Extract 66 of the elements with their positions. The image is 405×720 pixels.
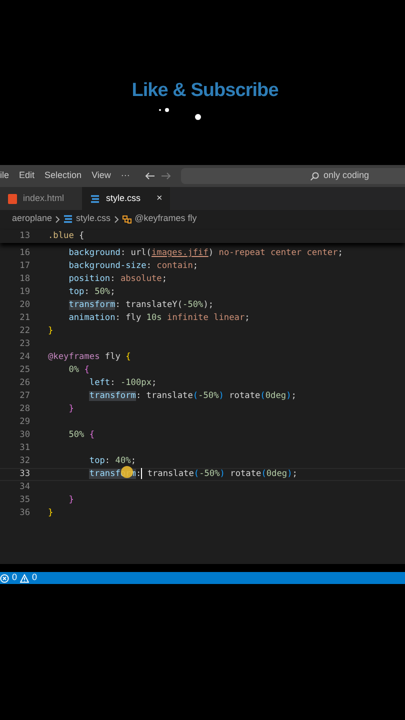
- code-line: top: 40%;: [88, 455, 136, 468]
- code-line: }: [48, 325, 54, 338]
- code-line: @keyframes fly {: [48, 351, 131, 364]
- line-number: 35: [18, 494, 31, 507]
- error-icon[interactable]: [0, 574, 9, 582]
- code-line: 50% {: [68, 429, 95, 442]
- code-line: }: [48, 507, 54, 520]
- code-line: 0% {: [68, 364, 90, 377]
- chevron-icon: [114, 216, 119, 222]
- code-line: position: absolute;: [68, 273, 168, 286]
- line-number: 17: [18, 260, 31, 273]
- line-number: 19: [18, 286, 31, 299]
- search-field[interactable]: only coding: [180, 168, 405, 184]
- warning-icon[interactable]: [20, 574, 30, 582]
- text-cursor: [141, 468, 142, 480]
- css-file-icon: [63, 214, 74, 224]
- breadcrumb[interactable]: style.css: [76, 212, 111, 226]
- line-number: 30: [18, 429, 31, 442]
- code-line: transform: translate(-50%) rotate(0deg);: [88, 390, 296, 403]
- line-number: 20: [18, 299, 31, 312]
- line-number: 34: [18, 481, 31, 494]
- line-number: 16: [18, 247, 31, 260]
- line-number: 36: [18, 507, 31, 520]
- code-line: background-size: contain;: [68, 260, 198, 273]
- symbol-icon: [122, 214, 132, 224]
- line-number: 24: [18, 351, 31, 364]
- code-line: background: url(images.jfif) no-repeat center center;: [68, 247, 343, 260]
- line-number: 31: [18, 442, 31, 455]
- editor-tab[interactable]: index.html: [0, 187, 82, 210]
- close-icon[interactable]: ×: [156, 191, 162, 206]
- line-number: 28: [18, 403, 31, 416]
- back-arrow-icon[interactable]: [144, 172, 155, 180]
- code-line: left: -100px;: [88, 377, 157, 390]
- breadcrumb[interactable]: aeroplane: [12, 212, 52, 226]
- breadcrumb[interactable]: @keyframes fly: [134, 212, 197, 226]
- line-number: 26: [18, 377, 31, 390]
- line-number: 22: [18, 325, 31, 338]
- line-number: 29: [18, 416, 31, 429]
- code-line: top: 50%;: [68, 286, 116, 299]
- forward-arrow-icon[interactable]: [160, 172, 171, 180]
- menu-item[interactable]: ile: [0, 169, 14, 183]
- line-number: 13: [18, 230, 31, 243]
- html-file-icon: [8, 194, 17, 204]
- line-number: 23: [18, 338, 31, 351]
- editor-tab[interactable]: style.css ×: [82, 187, 170, 210]
- chevron-icon: [55, 216, 60, 222]
- css-file-icon: [90, 194, 100, 204]
- warning-count[interactable]: 0: [32, 571, 38, 585]
- line-number: 27: [18, 390, 31, 403]
- search-icon: [310, 172, 320, 180]
- menu-item[interactable]: Edit: [14, 169, 40, 183]
- line-number: 21: [18, 312, 31, 325]
- banner-title: Like & Subscribe: [130, 79, 278, 103]
- menu-item[interactable]: View: [86, 169, 116, 183]
- code-line: transform: translateY(-50%);: [68, 299, 214, 312]
- line-number: 25: [18, 364, 31, 377]
- menu-item[interactable]: ···: [116, 169, 135, 183]
- line-number: 32: [18, 455, 31, 468]
- code-line: .blue {: [48, 230, 84, 243]
- line-number: 33: [18, 468, 31, 481]
- code-line: }: [68, 494, 74, 507]
- line-number: 18: [18, 273, 31, 286]
- error-count[interactable]: 0: [12, 571, 18, 585]
- menu-item[interactable]: Selection: [40, 169, 87, 183]
- code-line: }: [68, 403, 74, 416]
- code-line: animation: fly 10s infinite linear;: [68, 312, 250, 325]
